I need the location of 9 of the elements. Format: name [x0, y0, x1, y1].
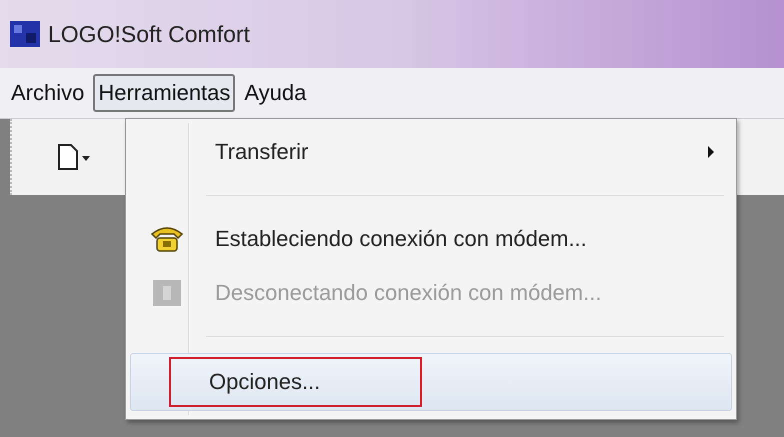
menu-item[interactable]: Estableciendo conexión con módem... [130, 212, 732, 266]
window-title: LOGO!Soft Comfort [48, 20, 250, 48]
menu-item[interactable]: Archivo [6, 74, 90, 112]
new-document-icon[interactable] [56, 142, 92, 172]
menu-item[interactable]: Opciones... [130, 353, 732, 411]
menu-item[interactable]: Ayuda [239, 74, 312, 112]
menu-item[interactable]: Transferir [130, 125, 732, 179]
menu-item[interactable]: Herramientas [93, 74, 236, 112]
app-logo-icon [10, 19, 40, 49]
